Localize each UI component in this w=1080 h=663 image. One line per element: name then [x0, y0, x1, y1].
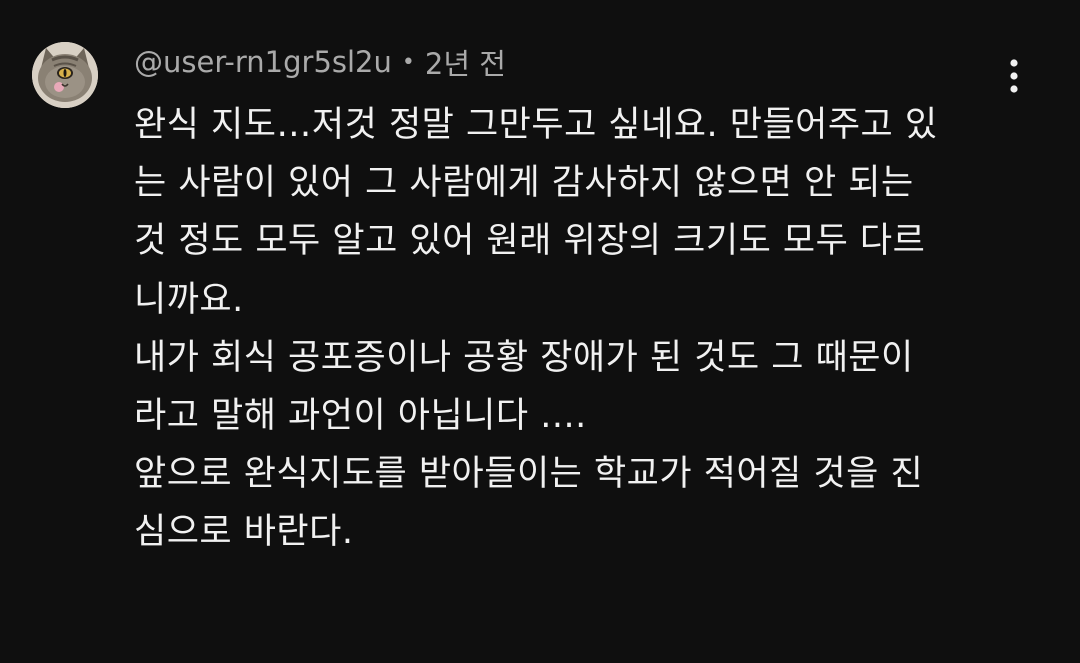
more-vert-icon: [1010, 59, 1018, 93]
comment-line: 라고 말해 과언이 아닙니다 ....: [134, 395, 587, 436]
comment-menu-button[interactable]: [996, 54, 1032, 98]
comment-line: 심으로 바란다.: [134, 512, 354, 553]
cat-avatar-icon: [32, 42, 98, 108]
comment-line: 완식 지도…저것 정말 그만두고 싶네요. 만들어주고 있: [134, 105, 938, 145]
comment-line: 는 사람이 있어 그 사람에게 감사하지 않으면 안 되는: [134, 163, 914, 204]
comment-line: 내가 회식 공포증이나 공황 장애가 된 것도 그 때문이: [134, 337, 914, 378]
comment-header: @user-rn1gr5sl2u • 2년 전: [134, 42, 506, 82]
comment-line: 것 정도 모두 알고 있어 원래 위장의 크기도 모두 다르: [134, 221, 926, 262]
meta-separator: •: [401, 49, 415, 75]
author-name[interactable]: @user-rn1gr5sl2u: [134, 45, 392, 79]
comment-line: 니까요.: [134, 279, 244, 320]
avatar[interactable]: [32, 42, 98, 108]
comment-line: 앞으로 완식지도를 받아들이는 학교가 적어질 것을 진: [134, 454, 924, 495]
comment-text: 완식 지도…저것 정말 그만두고 싶네요. 만들어주고 있 는 사람이 있어 그…: [134, 96, 994, 562]
comment-thread-item: @user-rn1gr5sl2u • 2년 전 완식 지도…저것 정말 그만두고…: [0, 0, 1080, 663]
comment-timestamp[interactable]: 2년 전: [425, 41, 506, 83]
